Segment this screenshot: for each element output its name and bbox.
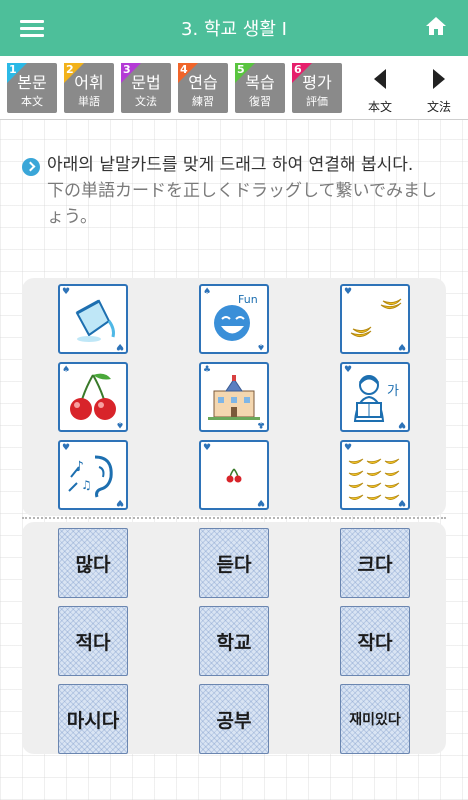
pouring-cup-icon [75,299,115,342]
arrow-left-icon [374,69,386,89]
word-card-panel: 많다 듣다 크다 적다 학교 작다 마시다 공부 재미있다 [22,522,446,754]
tab-review[interactable]: 5 복습 復習 [235,63,285,113]
instruction: 아래의 낱말카드를 맞게 드래그 하여 연결해 봅시다. 下の単語カードを正しく… [22,152,452,230]
word-card[interactable]: 재미있다 [340,684,410,754]
word-card[interactable]: 공부 [199,684,269,754]
picture-card-many-bananas[interactable]: ♥ ♥ [340,440,410,510]
word-card[interactable]: 많다 [58,528,128,598]
picture-card-panel: ♥ ♥ ♠ ♠ Fun ♥ ♥ ♠ ♠ ♣ ♣ ♥ ♥ 가 ♥ ♥ ♪ ♫ ♥ … [22,278,446,516]
chevron-bullet-icon [22,158,40,176]
app-header: 3. 학교 생활 I [0,0,468,56]
picture-card-big-cherries[interactable]: ♠ ♠ [58,362,128,432]
picture-card-small-cherry[interactable]: ♥ ♥ [199,440,269,510]
word-card[interactable]: 학교 [199,606,269,676]
picture-card-study[interactable]: ♥ ♥ 가 [340,362,410,432]
picture-card-listen[interactable]: ♥ ♥ ♪ ♫ [58,440,128,510]
tab-label-ja: 文法 [135,95,157,108]
tab-label-kr: 어휘 [74,73,104,92]
many-bananas-icon [348,458,400,500]
few-bananas-icon [350,298,402,337]
tab-grammar[interactable]: 3 문법 文法 [121,63,171,113]
word-card[interactable]: 크다 [340,528,410,598]
tab-main-text[interactable]: 1 본문 本文 [7,63,57,113]
tab-evaluation[interactable]: 6 평가 評価 [292,63,342,113]
ear-listening-icon: ♪ ♫ [68,455,113,498]
school-building-icon [208,375,260,420]
tab-label-kr: 본문 [17,73,47,92]
big-cherries-icon [70,373,116,420]
word-card[interactable]: 마시다 [58,684,128,754]
arrow-right-icon [433,69,445,89]
picture-card-few-bananas[interactable]: ♥ ♥ [340,284,410,354]
tab-label-kr: 평가 [302,73,332,92]
prev-section-button[interactable]: 本文 [355,64,405,114]
tab-label-kr: 복습 [245,73,275,92]
tab-label-ja: 単語 [78,95,100,108]
hamburger-menu-icon[interactable] [20,16,44,38]
svg-text:♪: ♪ [75,459,84,475]
next-section-button[interactable]: 文法 [414,64,464,114]
tab-label-ja: 練習 [192,95,214,108]
word-card[interactable]: 작다 [340,606,410,676]
section-tab-bar: 1 본문 本文 2 어휘 単語 3 문법 文法 4 연습 練習 5 복습 復習 … [0,56,468,120]
svg-text:가: 가 [387,384,399,399]
tab-vocabulary[interactable]: 2 어휘 単語 [64,63,114,113]
laughing-face-icon: Fun [214,293,258,341]
svg-text:Fun: Fun [238,293,258,306]
tab-label-ja: 復習 [249,95,271,108]
picture-card-drink[interactable]: ♥ ♥ [58,284,128,354]
instruction-japanese: 下の単語カードを正しくドラッグして繋いでみましょう。 [47,181,437,227]
home-icon[interactable] [424,14,448,38]
tab-label-ja: 本文 [21,95,43,108]
tab-label-kr: 연습 [188,73,218,92]
instruction-korean: 아래의 낱말카드를 맞게 드래그 하여 연결해 봅시다. [47,155,414,175]
student-reading-icon: 가 [353,375,399,422]
tab-practice[interactable]: 4 연습 練習 [178,63,228,113]
svg-text:♫: ♫ [81,478,92,492]
small-cherry-icon [226,468,242,483]
picture-card-school[interactable]: ♣ ♣ [199,362,269,432]
panel-divider [22,517,446,519]
word-card[interactable]: 적다 [58,606,128,676]
tab-label-ja: 評価 [306,95,328,108]
page-title: 3. 학교 생활 I [181,19,287,40]
word-card[interactable]: 듣다 [199,528,269,598]
tab-label-kr: 문법 [131,73,161,92]
picture-card-fun[interactable]: ♠ ♠ Fun [199,284,269,354]
